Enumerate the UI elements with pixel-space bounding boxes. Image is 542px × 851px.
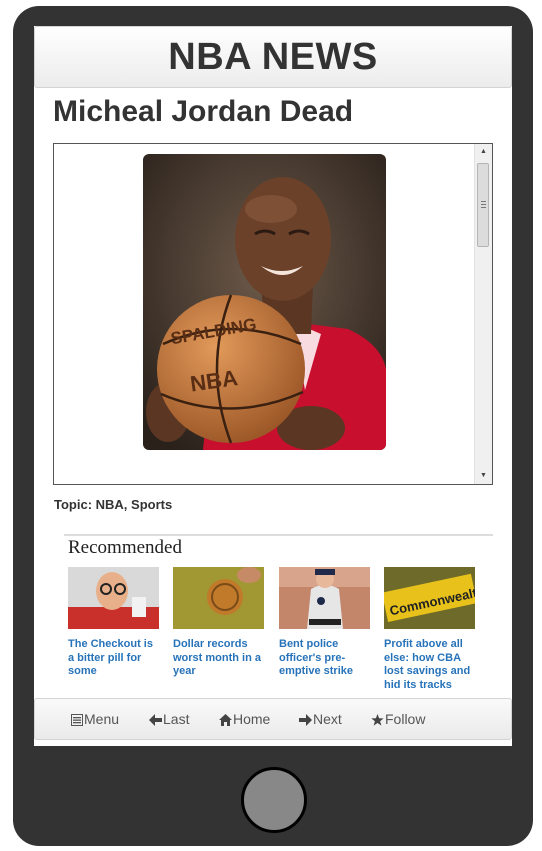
recommended-heading: Recommended (68, 537, 182, 558)
arrow-right-icon (299, 714, 312, 727)
recommended-thumbnail[interactable]: Commonwealth (384, 567, 475, 629)
follow-button[interactable]: Follow (371, 699, 425, 739)
recommended-item-checkout[interactable]: The Checkout is a bitter pill for some (68, 567, 159, 679)
last-button-label[interactable]: Last (163, 711, 189, 727)
image-scrollbar[interactable]: ▲ ▼ (474, 144, 492, 484)
scrollbar-thumb[interactable] (477, 163, 489, 247)
section-divider (64, 534, 493, 536)
next-button-label[interactable]: Next (313, 711, 342, 727)
scrollbar-grip-icon (481, 201, 486, 202)
home-nav-button[interactable]: Home (219, 699, 270, 739)
article-topic: Topic: NBA, Sports (54, 497, 173, 512)
follow-button-label[interactable]: Follow (385, 711, 425, 727)
list-icon (71, 714, 83, 727)
recommended-thumbnail[interactable] (68, 567, 159, 629)
app-header: NBA NEWS (34, 26, 512, 88)
scroll-down-arrow-icon[interactable]: ▼ (475, 468, 492, 484)
recommended-item-cba[interactable]: Commonwealth Profit above all else: how … (384, 567, 475, 692)
menu-button[interactable]: Menu (71, 699, 119, 739)
recommended-item-police[interactable]: Bent police officer's pre-emptive strike (279, 567, 370, 679)
recommended-item-dollar[interactable]: Dollar records worst month in a year (173, 567, 264, 679)
recommended-caption[interactable]: The Checkout is a bitter pill for some (68, 638, 159, 679)
recommended-thumbnail[interactable] (279, 567, 370, 629)
last-button[interactable]: Last (149, 699, 189, 739)
article-photo: SPALDING NBA (143, 154, 386, 450)
bottom-nav: Menu Last Home Next Follow (34, 698, 512, 740)
recommended-caption[interactable]: Bent police officer's pre-emptive strike (279, 638, 370, 679)
menu-button-label[interactable]: Menu (84, 711, 119, 727)
home-nav-button-label[interactable]: Home (233, 711, 270, 727)
article-title: Micheal Jordan Dead (53, 95, 354, 128)
app-title: NBA NEWS (168, 36, 378, 78)
article-image-frame[interactable]: SPALDING NBA ▲ ▼ (53, 143, 493, 485)
device-home-button[interactable] (241, 767, 307, 833)
home-icon (219, 714, 232, 727)
scroll-up-arrow-icon[interactable]: ▲ (475, 144, 492, 160)
recommended-thumbnail[interactable] (173, 567, 264, 629)
phone-screen: NBA NEWS Micheal Jordan Dead SPALDING NB… (34, 26, 512, 746)
arrow-left-icon (149, 714, 162, 727)
star-icon (371, 714, 384, 726)
next-button[interactable]: Next (299, 699, 342, 739)
recommended-caption[interactable]: Profit above all else: how CBA lost savi… (384, 638, 475, 692)
recommended-caption[interactable]: Dollar records worst month in a year (173, 638, 264, 679)
